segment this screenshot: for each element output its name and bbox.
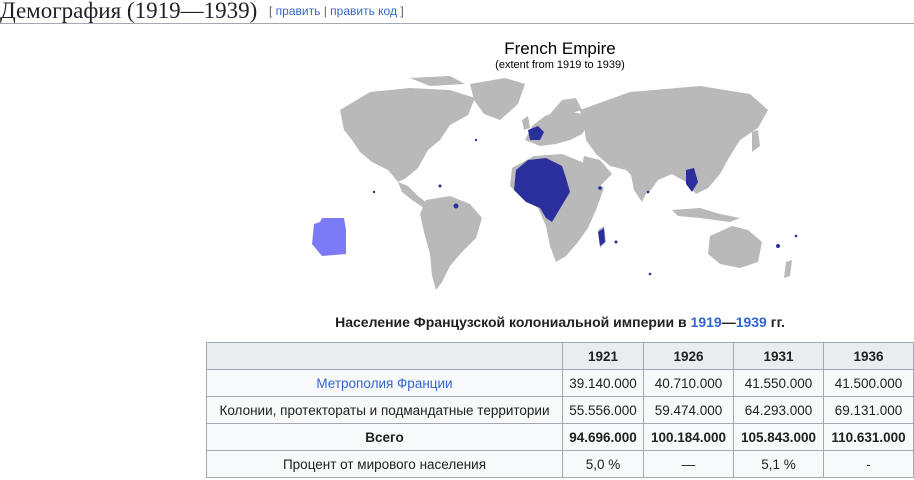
french-india-territory xyxy=(646,190,650,194)
table-cell: 5,1 % xyxy=(733,450,824,478)
table-cell: 105.843.000 xyxy=(733,423,824,451)
table-caption: Население Французской колониальной импер… xyxy=(206,314,914,330)
caption-prefix: Население Французской колониальной импер… xyxy=(335,314,687,330)
scandinavia-landmass xyxy=(550,98,582,114)
syria-lebanon-mandate-inset xyxy=(312,218,346,256)
table-row: Метрополия Франции 39.140.000 40.710.000… xyxy=(206,369,914,397)
map-title: French Empire xyxy=(504,39,616,58)
french-polynesia-territory xyxy=(794,234,798,238)
greenland-landmass xyxy=(470,78,525,120)
south-america-landmass xyxy=(420,196,482,290)
edit-separator: | xyxy=(323,4,327,18)
north-america-landmass xyxy=(340,88,475,182)
table-cell: 94.696.000 xyxy=(562,423,644,451)
table-row: Процент от мирового населения 5,0 % — 5,… xyxy=(206,450,914,478)
caption-dash: — xyxy=(721,314,736,330)
header-year-1926: 1926 xyxy=(643,342,734,370)
table-row-total: Всего 94.696.000 100.184.000 105.843.000… xyxy=(206,423,914,451)
edit-bracket-close: ] xyxy=(400,4,404,18)
uk-landmass xyxy=(522,116,530,130)
table-cell: 59.474.000 xyxy=(643,396,734,424)
table-cell: 41.550.000 xyxy=(733,369,824,397)
table-cell: 39.140.000 xyxy=(562,369,644,397)
header-year-1931: 1931 xyxy=(733,342,824,370)
header-empty-cell xyxy=(206,342,563,370)
metropole-france-link[interactable]: Метрополия Франции xyxy=(206,369,563,397)
table-cell: 64.293.000 xyxy=(733,396,824,424)
caption-suffix: гг. xyxy=(770,314,785,330)
table-cell: 5,0 % xyxy=(562,450,644,478)
caption-year-start-link[interactable]: 1919 xyxy=(691,314,722,330)
edit-section-links: [ править | править код ] xyxy=(269,4,404,18)
japan-landmass xyxy=(752,130,760,152)
heading-underline xyxy=(0,23,914,24)
row-label: Всего xyxy=(206,423,563,451)
header-year-1921: 1921 xyxy=(562,342,644,370)
header-year-1936: 1936 xyxy=(823,342,914,370)
table-cell: 69.131.000 xyxy=(823,396,914,424)
reunion-territory xyxy=(614,240,618,244)
section-title: Демография (1919—1939) xyxy=(0,0,258,23)
new-caledonia-territory xyxy=(776,244,780,248)
row-label: Процент от мирового населения xyxy=(206,450,563,478)
clipperton-territory xyxy=(372,190,376,194)
table-row: Колонии, протектораты и подмандатные тер… xyxy=(206,396,914,424)
caption-year-end-link[interactable]: 1939 xyxy=(736,314,767,330)
french-caribbean-territory xyxy=(438,184,442,188)
indonesia-landmass xyxy=(672,208,740,222)
table-cell: 55.556.000 xyxy=(562,396,644,424)
table-cell: — xyxy=(643,450,734,478)
table-cell: - xyxy=(823,450,914,478)
population-table: 1921 1926 1931 1936 Метрополия Франции 3… xyxy=(206,342,914,478)
section-heading: Демография (1919—1939) [ править | прави… xyxy=(0,0,914,24)
table-cell: 100.184.000 xyxy=(643,423,734,451)
table-header-row: 1921 1926 1931 1936 xyxy=(206,342,914,370)
australia-landmass xyxy=(708,226,762,268)
world-map[interactable] xyxy=(300,70,820,295)
arctic-islands-landmass xyxy=(410,76,465,86)
central-america-landmass xyxy=(398,182,428,208)
row-label: Колонии, протектораты и подмандатные тер… xyxy=(206,396,563,424)
table-cell: 110.631.000 xyxy=(823,423,914,451)
table-cell: 40.710.000 xyxy=(643,369,734,397)
french-guiana-territory xyxy=(453,203,459,209)
new-zealand-landmass xyxy=(784,260,792,278)
table-cell: 41.500.000 xyxy=(823,369,914,397)
edit-bracket-open: [ xyxy=(268,4,273,18)
asia-landmass xyxy=(580,86,768,194)
kerguelen-territory xyxy=(648,272,652,276)
saint-pierre-territory xyxy=(474,138,478,142)
edit-link[interactable]: править xyxy=(276,4,321,18)
french-somaliland-territory xyxy=(598,186,602,190)
edit-code-link[interactable]: править код xyxy=(330,4,397,18)
